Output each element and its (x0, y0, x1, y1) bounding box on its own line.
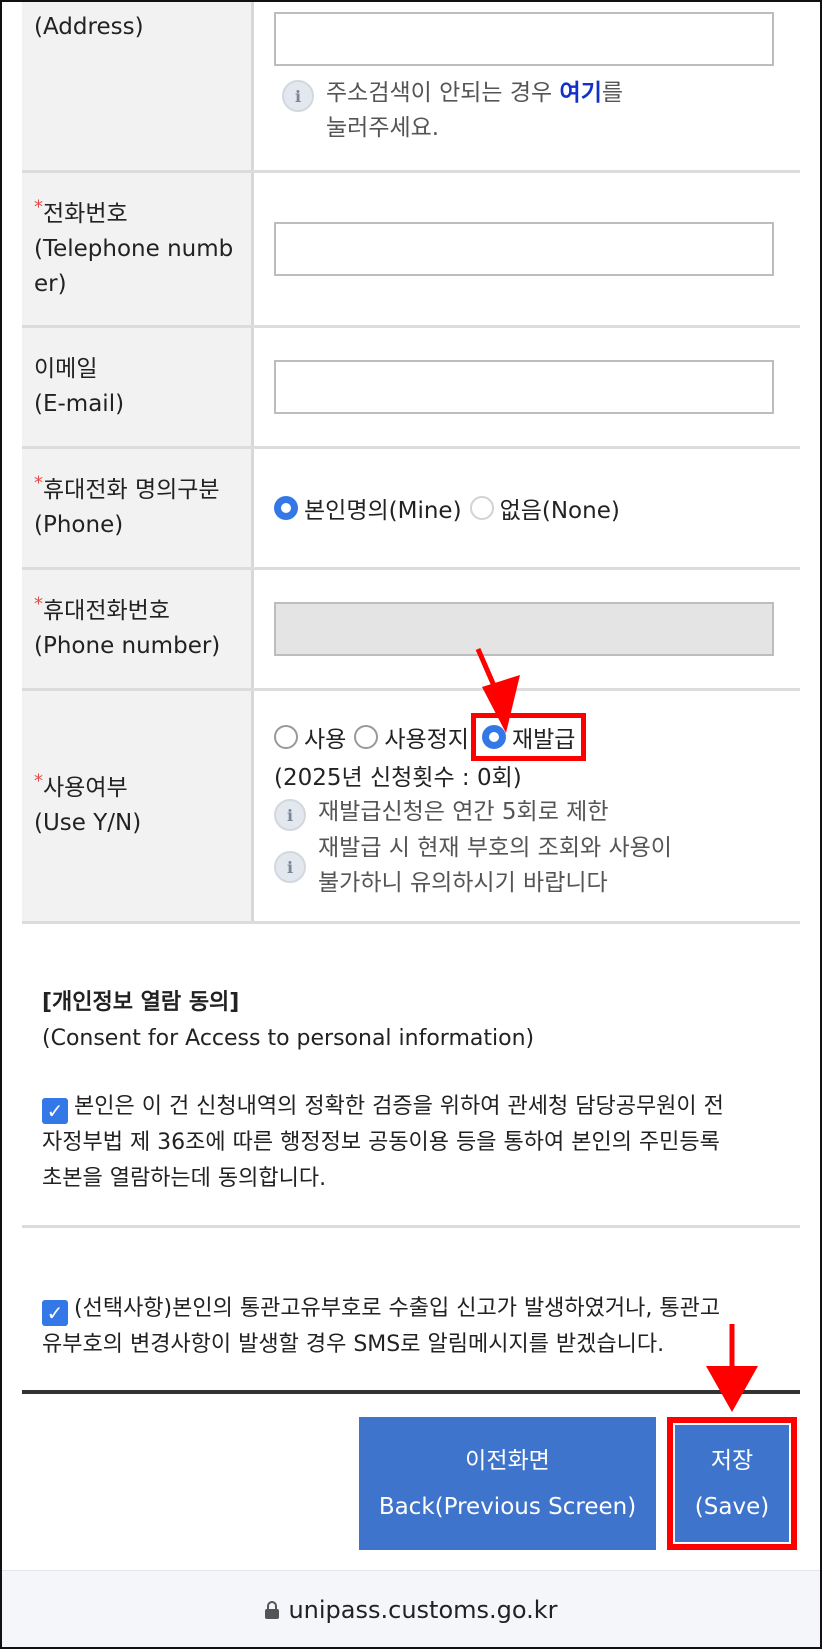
red-arrow-icon (475, 648, 520, 733)
label-email: 이메일 (E-mail) (22, 328, 254, 446)
radio-none[interactable]: 없음(None) (469, 491, 620, 525)
telephone-input[interactable] (274, 222, 774, 276)
checkbox-consent-1[interactable]: ✓ (42, 1098, 68, 1124)
application-form: (Address) i 주소검색이 안되는 경우 여기를 눌러주세요. *전화번… (22, 0, 800, 924)
value-address: i 주소검색이 안되는 경우 여기를 눌러주세요. (254, 0, 800, 170)
reissue-count: (2025년 신청횟수 : 0회) (274, 765, 522, 791)
back-button[interactable]: 이전화면 Back(Previous Screen) (359, 1417, 656, 1550)
red-arrow-icon (706, 1324, 758, 1412)
info-icon: i (274, 851, 306, 883)
lock-icon (265, 1600, 280, 1619)
label-address-en: (Address) (34, 14, 144, 40)
address-detail-input[interactable] (274, 12, 774, 66)
value-email (254, 328, 800, 446)
radio-suspend[interactable]: 사용정지 (354, 720, 469, 754)
label-phone-owner: *휴대전화 명의구분 (Phone) (22, 449, 254, 567)
label-address: (Address) (22, 0, 254, 170)
value-telephone (254, 173, 800, 325)
info-icon: i (274, 799, 306, 831)
address-search-link[interactable]: 여기 (560, 80, 602, 106)
radio-empty-icon (469, 496, 494, 520)
email-input[interactable] (274, 360, 774, 414)
label-phone-number: *휴대전화번호 (Phone number) (22, 570, 254, 688)
consent-divider (22, 1225, 800, 1228)
address-info: i 주소검색이 안되는 경우 여기를 눌러주세요. (282, 76, 780, 146)
label-use-yn: *사용여부 (Use Y/N) (22, 691, 254, 921)
checkbox-sms[interactable]: ✓ (42, 1300, 68, 1326)
row-email: 이메일 (E-mail) (22, 328, 800, 449)
value-phone-owner: 본인명의(Mine) 없음(None) (254, 449, 800, 567)
save-button[interactable]: 저장 (Save) (675, 1425, 789, 1542)
row-use-yn: *사용여부 (Use Y/N) 사용 사용정지 재발급 (2025년 신청횟수 … (22, 691, 800, 924)
radio-empty-icon (274, 725, 298, 749)
row-phone-owner: *휴대전화 명의구분 (Phone) 본인명의(Mine) 없음(None) (22, 449, 800, 570)
consent-title: [개인정보 열람 동의] (42, 990, 240, 1015)
consent-item-1: ✓ 본인은 이 건 신청내역의 정확한 검증을 위하여 관세청 담당공무원이 전 … (42, 1094, 724, 1191)
radio-empty-icon (354, 725, 379, 749)
consent-section: [개인정보 열람 동의] (Consent for Access to pers… (22, 985, 800, 1197)
bottom-divider (22, 1390, 800, 1394)
address-info-text: 주소검색이 안되는 경우 (326, 80, 560, 106)
radio-mine[interactable]: 본인명의(Mine) (274, 491, 462, 525)
label-telephone: *전화번호 (Telephone numb er) (22, 173, 254, 325)
url-text: unipass.customs.go.kr (288, 1595, 558, 1624)
row-address: (Address) i 주소검색이 안되는 경우 여기를 눌러주세요. (22, 0, 800, 173)
sms-consent: ✓ (선택사항)본인의 통관고유부호로 수출입 신고가 발생하였거나, 통관고 유… (42, 1296, 721, 1357)
row-phone-number: *휴대전화번호 (Phone number) (22, 570, 800, 691)
browser-url-bar[interactable]: unipass.customs.go.kr (2, 1570, 820, 1648)
radio-use[interactable]: 사용 (274, 720, 346, 754)
consent-subtitle: (Consent for Access to personal informat… (42, 1026, 535, 1051)
reissue-info-limit: i 재발급신청은 연간 5회로 제한 (274, 795, 780, 831)
row-telephone: *전화번호 (Telephone numb er) (22, 173, 800, 328)
radio-selected-icon (274, 496, 298, 520)
reissue-info-warning: i 재발급 시 현재 부호의 조회와 사용이 불가하니 유의하시기 바랍니다 (274, 831, 780, 901)
info-icon: i (282, 80, 314, 112)
